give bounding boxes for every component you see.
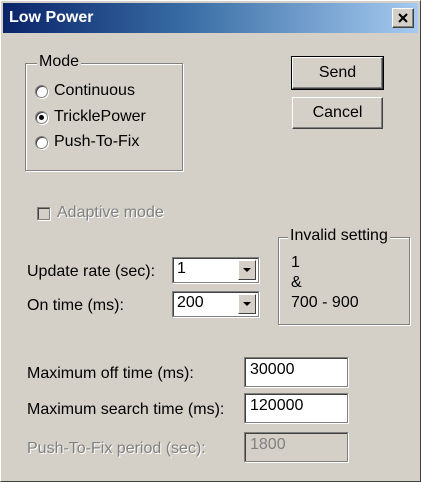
on-time-label: On time (ms): <box>27 297 124 314</box>
invalid-setting-line-3: 700 - 900 <box>291 294 359 311</box>
invalid-setting-legend: Invalid setting <box>288 227 390 245</box>
max-off-time-input[interactable]: 30000 <box>244 357 348 387</box>
update-rate-combo[interactable]: 1 <box>172 257 259 283</box>
radio-circle[interactable] <box>35 84 48 98</box>
radio-circle[interactable] <box>35 135 48 149</box>
on-time-combo[interactable]: 200 <box>172 291 259 317</box>
radio-tricklepower[interactable]: TricklePower <box>35 106 146 128</box>
ptf-period-input[interactable]: 1800 <box>244 432 348 462</box>
title-bar[interactable]: Low Power <box>3 3 418 33</box>
radio-label-continuous: Continuous <box>54 82 135 99</box>
update-rate-label: Update rate (sec): <box>27 263 156 280</box>
window-title: Low Power <box>9 9 94 26</box>
invalid-setting-line-1: 1 <box>291 254 300 271</box>
mode-group-legend: Mode <box>37 53 82 71</box>
close-x-icon <box>398 13 408 23</box>
low-power-dialog: Low Power Mode Continuous TricklePower P… <box>0 0 421 482</box>
radio-continuous[interactable]: Continuous <box>35 80 135 102</box>
max-search-time-input[interactable]: 120000 <box>244 393 348 423</box>
radio-label-push-to-fix: Push-To-Fix <box>54 133 140 150</box>
ptf-period-label: Push-To-Fix period (sec): <box>27 440 206 457</box>
chevron-down-icon[interactable] <box>238 294 256 314</box>
close-button[interactable] <box>392 8 414 28</box>
radio-circle-selected[interactable] <box>35 110 48 124</box>
on-time-value: 200 <box>177 294 204 311</box>
send-button[interactable]: Send <box>291 56 384 90</box>
chevron-down-icon[interactable] <box>238 260 256 280</box>
cancel-button[interactable]: Cancel <box>292 97 383 129</box>
max-off-time-label: Maximum off time (ms): <box>27 365 194 382</box>
invalid-setting-line-2: & <box>291 274 302 291</box>
adaptive-mode-checkbox[interactable] <box>37 207 50 220</box>
adaptive-mode-label: Adaptive mode <box>57 204 164 221</box>
radio-label-tricklepower: TricklePower <box>54 108 146 125</box>
radio-push-to-fix[interactable]: Push-To-Fix <box>35 131 139 153</box>
update-rate-value: 1 <box>177 260 186 277</box>
max-search-time-label: Maximum search time (ms): <box>27 401 225 418</box>
